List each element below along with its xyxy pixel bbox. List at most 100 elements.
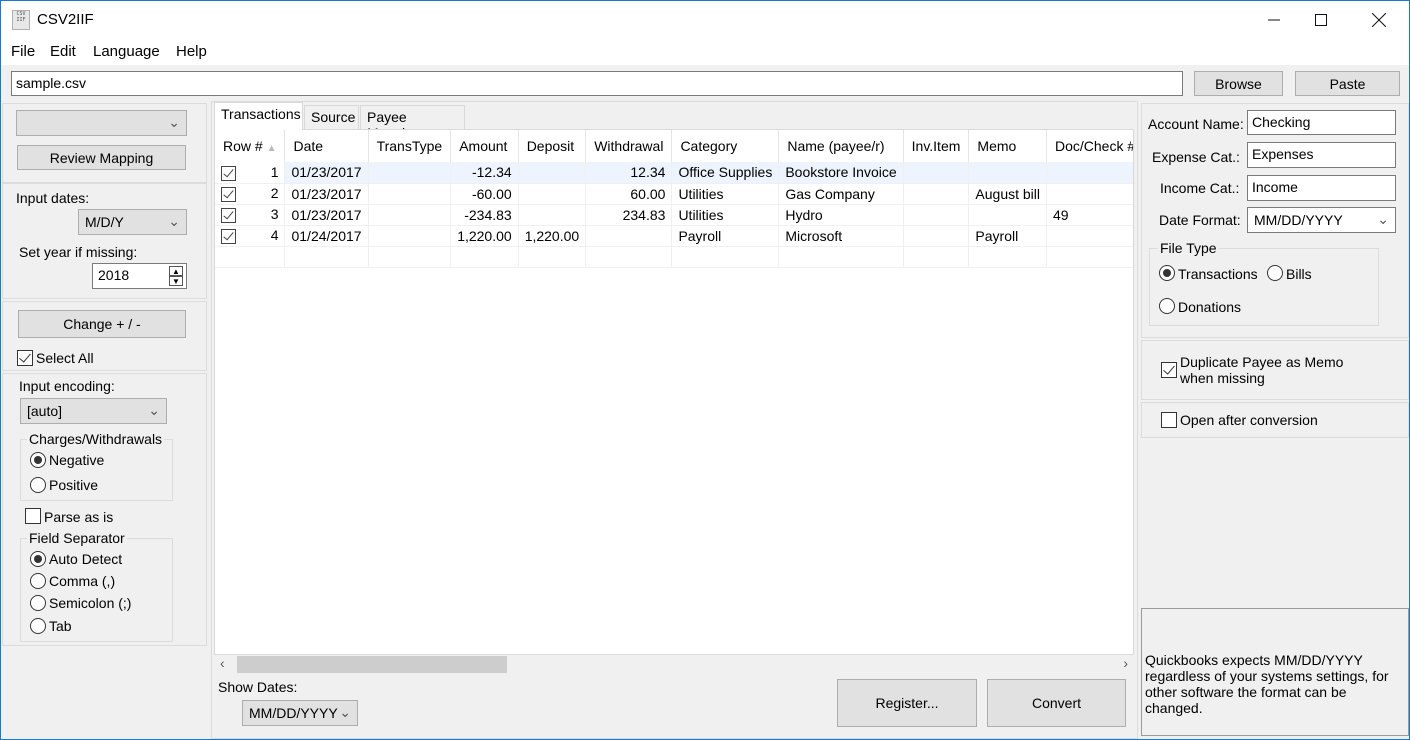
amount-cell[interactable]: -12.34 — [450, 162, 519, 184]
file-path-input[interactable]: sample.csv — [11, 71, 1183, 96]
col-doc-check[interactable]: Doc/Check # — [1046, 130, 1133, 162]
invitem-cell[interactable] — [903, 204, 970, 226]
transtype-cell[interactable] — [368, 162, 452, 184]
transtype-cell[interactable] — [368, 204, 452, 226]
duplicate-payee-checkbox[interactable] — [1161, 362, 1177, 378]
col-name[interactable]: Name (payee/r) — [778, 130, 904, 162]
doc-cell[interactable] — [1046, 162, 1133, 184]
row-cell[interactable]: 4 — [215, 225, 286, 247]
open-after-checkbox[interactable] — [1161, 412, 1177, 428]
deposit-cell[interactable] — [518, 183, 587, 205]
row-checkbox[interactable] — [221, 228, 236, 244]
date-cell[interactable]: 01/23/2017 — [284, 204, 369, 226]
review-mapping-button[interactable]: Review Mapping — [17, 145, 186, 170]
radio-transactions[interactable] — [1159, 265, 1175, 281]
spin-down-icon[interactable]: ▼ — [169, 276, 183, 286]
amount-cell[interactable]: 1,220.00 — [450, 225, 519, 247]
browse-button[interactable]: Browse — [1194, 71, 1283, 96]
radio-comma[interactable] — [30, 573, 46, 589]
amount-cell[interactable]: -234.83 — [450, 204, 519, 226]
table-row[interactable]: 4 01/24/2017 1,220.00 1,220.00 Payroll M… — [215, 225, 1133, 247]
col-invitem[interactable]: Inv.Item — [903, 130, 970, 162]
col-deposit[interactable]: Deposit — [518, 130, 587, 162]
row-checkbox[interactable] — [221, 207, 236, 223]
show-dates-combo[interactable]: MM/DD/YYYY ⌄ — [242, 700, 358, 726]
withdrawal-cell[interactable]: 60.00 — [585, 183, 673, 205]
amount-cell[interactable]: -60.00 — [450, 183, 519, 205]
deposit-cell[interactable]: 1,220.00 — [518, 225, 587, 247]
year-spinner[interactable]: 2018 ▲ ▼ — [92, 263, 187, 289]
date-cell[interactable]: 01/24/2017 — [284, 225, 369, 247]
minimize-button[interactable] — [1251, 1, 1297, 39]
memo-cell[interactable]: Payroll — [968, 225, 1047, 247]
name-cell[interactable]: Gas Company — [778, 183, 904, 205]
category-cell[interactable]: Payroll — [671, 225, 780, 247]
col-memo[interactable]: Memo — [968, 130, 1047, 162]
row-cell[interactable]: 1 — [215, 162, 286, 184]
doc-cell[interactable] — [1046, 183, 1133, 205]
deposit-cell[interactable] — [518, 204, 587, 226]
date-cell[interactable]: 01/23/2017 — [284, 183, 369, 205]
radio-semicolon[interactable] — [30, 595, 46, 611]
spin-up-icon[interactable]: ▲ — [169, 266, 183, 276]
withdrawal-cell[interactable]: 12.34 — [585, 162, 673, 184]
paste-button[interactable]: Paste — [1295, 71, 1400, 96]
tab-source[interactable]: Source — [304, 105, 359, 129]
menu-file[interactable]: File — [11, 43, 35, 60]
doc-cell[interactable]: 49 — [1046, 204, 1133, 226]
memo-cell[interactable] — [968, 204, 1047, 226]
row-cell[interactable]: 2 — [215, 183, 286, 205]
radio-bills[interactable] — [1267, 265, 1283, 281]
radio-positive[interactable] — [30, 477, 46, 493]
scroll-left-icon[interactable]: ‹ — [220, 655, 225, 671]
convert-button[interactable]: Convert — [987, 679, 1126, 727]
date-format-combo[interactable]: MM/DD/YYYY ⌄ — [1247, 207, 1396, 233]
withdrawal-cell[interactable]: 234.83 — [585, 204, 673, 226]
invitem-cell[interactable] — [903, 225, 970, 247]
radio-tab[interactable] — [30, 618, 46, 634]
change-sign-button[interactable]: Change + / - — [18, 310, 186, 338]
input-encoding-combo[interactable]: [auto] ⌄ — [20, 398, 167, 424]
scrollbar-thumb[interactable] — [237, 656, 507, 673]
col-transtype[interactable]: TransType — [368, 130, 452, 162]
scroll-right-icon[interactable]: › — [1123, 655, 1128, 671]
income-cat-input[interactable]: Income — [1247, 175, 1396, 201]
tab-transactions[interactable]: Transactions — [214, 102, 303, 130]
row-cell[interactable]: 3 — [215, 204, 286, 226]
transtype-cell[interactable] — [368, 225, 452, 247]
memo-cell[interactable] — [968, 162, 1047, 184]
account-name-input[interactable]: Checking — [1247, 110, 1396, 135]
name-cell[interactable]: Hydro — [778, 204, 904, 226]
col-category[interactable]: Category — [671, 130, 780, 162]
memo-cell[interactable]: August bill — [968, 183, 1047, 205]
menu-help[interactable]: Help — [176, 43, 207, 60]
table-row[interactable]: 1 01/23/2017 -12.34 12.34 Office Supplie… — [215, 162, 1133, 184]
parse-as-is-checkbox[interactable] — [25, 508, 41, 524]
col-date[interactable]: Date — [284, 130, 369, 162]
register-button[interactable]: Register... — [837, 679, 977, 727]
input-dates-combo[interactable]: M/D/Y ⌄ — [78, 209, 187, 235]
name-cell[interactable]: Microsoft — [778, 225, 904, 247]
radio-negative[interactable] — [30, 452, 46, 468]
menu-language[interactable]: Language — [93, 43, 160, 60]
expense-cat-input[interactable]: Expenses — [1247, 142, 1396, 168]
maximize-button[interactable] — [1298, 1, 1344, 39]
row-checkbox[interactable] — [221, 165, 236, 181]
category-cell[interactable]: Utilities — [671, 183, 780, 205]
invitem-cell[interactable] — [903, 162, 970, 184]
table-row[interactable]: 2 01/23/2017 -60.00 60.00 Utilities Gas … — [215, 183, 1133, 205]
tab-payee-mapping[interactable]: Payee Mapping — [360, 105, 465, 141]
col-row[interactable]: Row # ▲ — [215, 130, 286, 162]
radio-auto-detect[interactable] — [30, 551, 46, 567]
radio-donations[interactable] — [1159, 298, 1175, 314]
col-amount[interactable]: Amount — [450, 130, 519, 162]
category-cell[interactable]: Office Supplies — [671, 162, 780, 184]
name-cell[interactable]: Bookstore Invoice — [778, 162, 904, 184]
doc-cell[interactable] — [1046, 225, 1133, 247]
row-checkbox[interactable] — [221, 186, 236, 202]
table-row[interactable]: 3 01/23/2017 -234.83 234.83 Utilities Hy… — [215, 204, 1133, 226]
invitem-cell[interactable] — [903, 183, 970, 205]
mapping-combo[interactable]: ⌄ — [16, 110, 187, 136]
category-cell[interactable]: Utilities — [671, 204, 780, 226]
menu-edit[interactable]: Edit — [50, 43, 76, 60]
